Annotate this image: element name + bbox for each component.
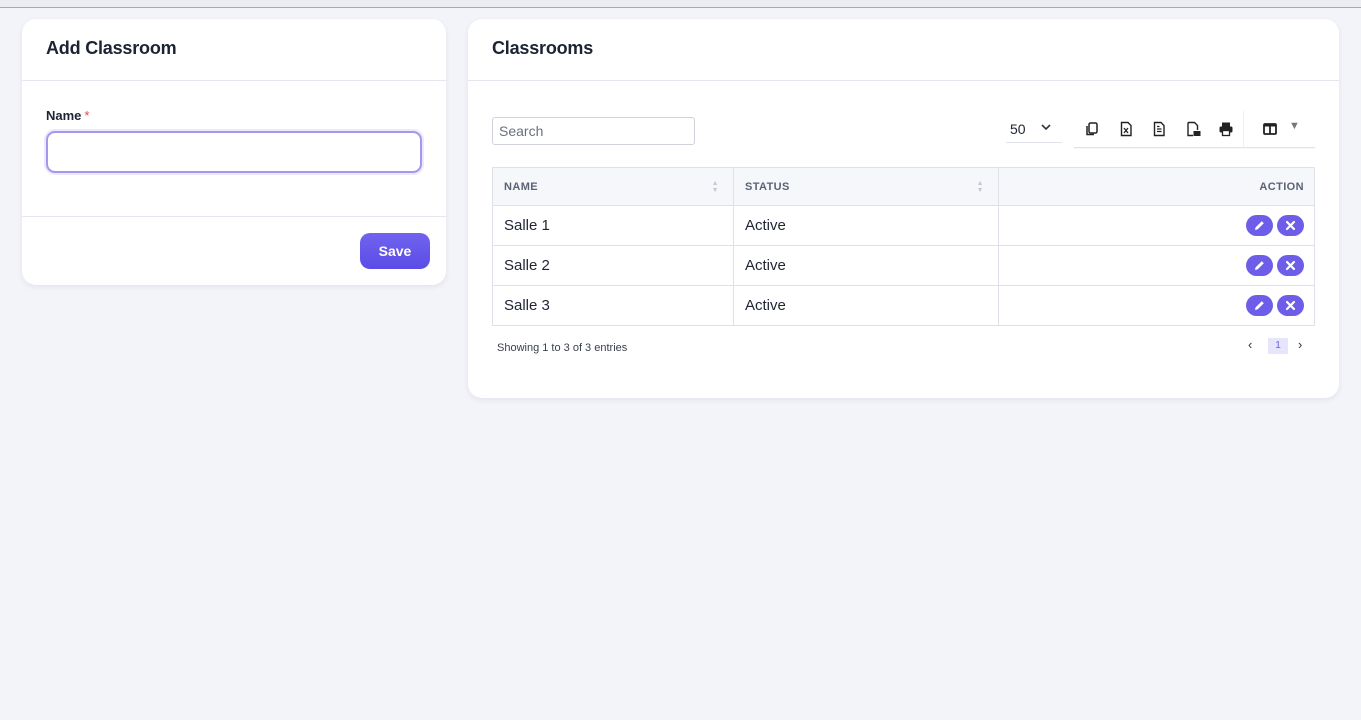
toolbar-divider <box>1243 111 1244 148</box>
save-button[interactable]: Save <box>360 233 430 269</box>
form-footer: Save <box>22 217 446 284</box>
sort-icon: ▲ ▼ <box>711 180 719 194</box>
pagination-page-1[interactable]: 1 <box>1268 338 1288 354</box>
pagination-next[interactable]: › <box>1298 337 1302 352</box>
delete-button[interactable] <box>1277 215 1304 236</box>
column-header-name-label: NAME <box>504 180 538 193</box>
pencil-icon <box>1255 301 1264 310</box>
columns-icon[interactable] <box>1262 121 1278 137</box>
table-row: Salle 3 Active <box>492 285 1315 326</box>
excel-icon[interactable] <box>1118 121 1134 137</box>
row-actions <box>998 285 1315 326</box>
row-status: Active <box>733 245 999 286</box>
row-name: Salle 1 <box>492 205 734 246</box>
required-mark: * <box>84 108 90 123</box>
pdf-icon[interactable] <box>1185 121 1201 137</box>
column-header-status-label: STATUS <box>745 180 790 193</box>
chevron-down-icon <box>1040 121 1052 136</box>
name-input[interactable] <box>46 131 422 173</box>
edit-button[interactable] <box>1246 215 1273 236</box>
search-input[interactable] <box>492 117 695 145</box>
row-name: Salle 2 <box>492 245 734 286</box>
add-classroom-card: Add Classroom Name * Save <box>22 19 446 285</box>
name-label-text: Name <box>46 108 82 123</box>
page-length-value: 50 <box>1010 121 1026 137</box>
row-actions <box>998 245 1315 286</box>
csv-icon[interactable] <box>1151 121 1167 137</box>
close-icon <box>1285 300 1296 311</box>
classrooms-title: Classrooms <box>468 19 1339 81</box>
column-header-status[interactable]: STATUS ▲ ▼ <box>733 167 999 206</box>
table-row: Salle 1 Active <box>492 205 1315 246</box>
copy-icon[interactable] <box>1084 121 1100 137</box>
close-icon <box>1285 260 1296 271</box>
table-header-row: NAME ▲ ▼ STATUS ▲ ▼ ACTION <box>492 167 1315 206</box>
column-header-action: ACTION <box>998 167 1315 206</box>
classrooms-table: NAME ▲ ▼ STATUS ▲ ▼ ACTION Salle 1 Active … <box>492 167 1315 326</box>
add-classroom-title: Add Classroom <box>22 19 446 81</box>
top-bar <box>0 0 1361 8</box>
export-toolbar: ▼ <box>1074 111 1315 148</box>
add-classroom-form: Name * <box>22 81 446 217</box>
delete-button[interactable] <box>1277 255 1304 276</box>
column-header-name[interactable]: NAME ▲ ▼ <box>492 167 734 206</box>
edit-button[interactable] <box>1246 255 1273 276</box>
name-field-label: Name * <box>46 108 422 123</box>
edit-button[interactable] <box>1246 295 1273 316</box>
row-actions <box>998 205 1315 246</box>
table-row: Salle 2 Active <box>492 245 1315 286</box>
row-name: Salle 3 <box>492 285 734 326</box>
page-length-select[interactable]: 50 <box>1006 117 1062 143</box>
pencil-icon <box>1255 261 1264 270</box>
table-info: Showing 1 to 3 of 3 entries <box>497 342 628 354</box>
pagination-prev[interactable]: ‹ <box>1248 337 1252 352</box>
sort-icon: ▲ ▼ <box>976 180 984 194</box>
print-icon[interactable] <box>1218 121 1234 137</box>
pencil-icon <box>1255 221 1264 230</box>
row-status: Active <box>733 205 999 246</box>
row-status: Active <box>733 285 999 326</box>
columns-caret-icon[interactable]: ▼ <box>1289 120 1300 132</box>
classrooms-card: Classrooms 50 ▼ <box>468 19 1339 398</box>
close-icon <box>1285 220 1296 231</box>
delete-button[interactable] <box>1277 295 1304 316</box>
